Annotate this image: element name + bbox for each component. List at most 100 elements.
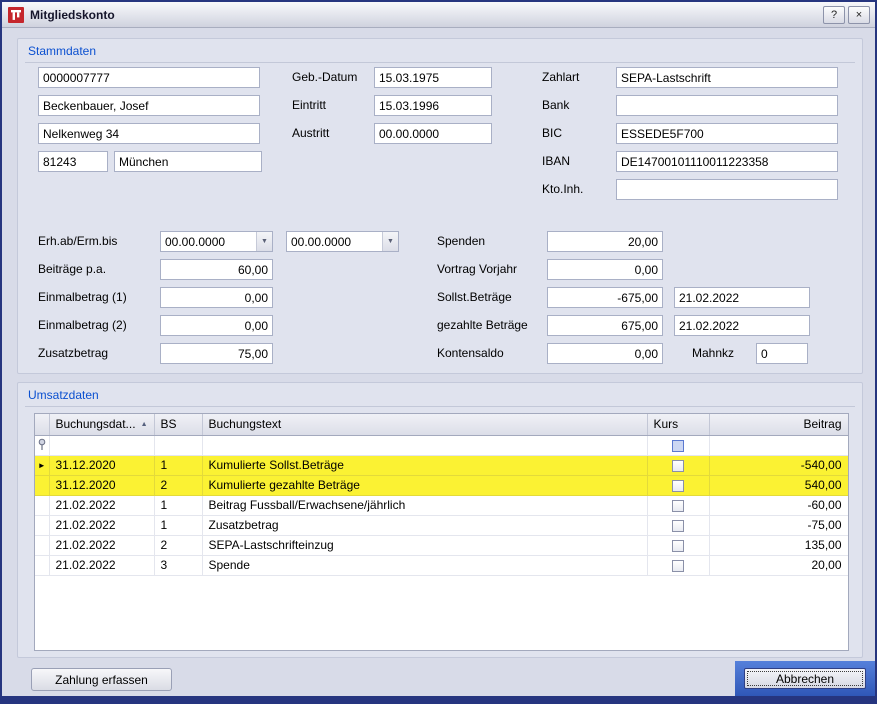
cell-buchungsdatum[interactable]: 21.02.2022 — [49, 495, 154, 515]
cell-kurs[interactable] — [647, 535, 709, 555]
column-header-beitrag[interactable]: Beitrag — [709, 414, 848, 435]
table-row[interactable]: 21.02.2022 1 Beitrag Fussball/Erwachsene… — [35, 495, 848, 515]
column-header-buchungsdatum[interactable]: Buchungsdat...▲ — [49, 414, 154, 435]
member-id-field[interactable] — [38, 67, 260, 88]
cell-kurs[interactable] — [647, 475, 709, 495]
vortrag-vorjahr-field[interactable] — [547, 259, 663, 280]
beitraege-pa-label: Beiträge p.a. — [38, 259, 106, 280]
cell-bs[interactable]: 1 — [154, 495, 202, 515]
beitraege-pa-field[interactable] — [160, 259, 273, 280]
plz-field[interactable] — [38, 151, 108, 172]
einmalbetrag1-label: Einmalbetrag (1) — [38, 287, 127, 308]
cell-bs[interactable]: 2 — [154, 475, 202, 495]
cell-buchungsdatum[interactable]: 21.02.2022 — [49, 555, 154, 575]
kto-inh-field[interactable] — [616, 179, 838, 200]
table-row[interactable]: 21.02.2022 1 Zusatzbetrag -75,00 — [35, 515, 848, 535]
table-row[interactable]: 31.12.2020 2 Kumulierte gezahlte Beträge… — [35, 475, 848, 495]
gezahlte-datum-field[interactable] — [674, 315, 810, 336]
iban-field[interactable] — [616, 151, 838, 172]
titlebar[interactable]: Mitgliedskonto ? × — [2, 2, 875, 28]
eintritt-field[interactable] — [374, 95, 492, 116]
cell-kurs[interactable] — [647, 555, 709, 575]
gezahlte-betraege-field[interactable] — [547, 315, 663, 336]
filter-cell-bs[interactable] — [154, 435, 202, 455]
mahnkz-field[interactable] — [756, 343, 808, 364]
cell-betrag[interactable]: 540,00 — [709, 475, 848, 495]
cell-betrag[interactable]: 135,00 — [709, 535, 848, 555]
kurs-checkbox[interactable] — [672, 480, 684, 492]
cell-buchungstext[interactable]: SEPA-Lastschrifteinzug — [202, 535, 647, 555]
gezahlte-betraege-label: gezahlte Beträge — [437, 315, 528, 336]
chevron-down-icon[interactable]: ▼ — [382, 232, 398, 251]
cell-bs[interactable]: 1 — [154, 455, 202, 475]
cell-betrag[interactable]: -75,00 — [709, 515, 848, 535]
cell-kurs[interactable] — [647, 515, 709, 535]
kurs-filter-checkbox[interactable] — [672, 440, 684, 452]
cell-buchungstext[interactable]: Spende — [202, 555, 647, 575]
umsatz-grid: Buchungsdat...▲ BS Buchungstext Kurs Bei… — [34, 413, 849, 651]
column-header-bs[interactable]: BS — [154, 414, 202, 435]
cell-buchungstext[interactable]: Beitrag Fussball/Erwachsene/jährlich — [202, 495, 647, 515]
cell-kurs[interactable] — [647, 455, 709, 475]
austritt-field[interactable] — [374, 123, 492, 144]
erh-ab-combo[interactable]: ▼ — [160, 231, 273, 252]
cell-buchungstext[interactable]: Zusatzbetrag — [202, 515, 647, 535]
filter-cell-beitrag[interactable] — [709, 435, 848, 455]
row-indicator — [35, 555, 49, 575]
bic-field[interactable] — [616, 123, 838, 144]
table-row[interactable]: ► 31.12.2020 1 Kumulierte Sollst.Beträge… — [35, 455, 848, 475]
grid-filter-row[interactable] — [35, 435, 848, 455]
column-header-buchungstext[interactable]: Buchungstext — [202, 414, 647, 435]
cell-buchungsdatum[interactable]: 21.02.2022 — [49, 535, 154, 555]
city-field[interactable] — [114, 151, 262, 172]
zahlart-field[interactable] — [616, 67, 838, 88]
eintritt-label: Eintritt — [292, 95, 326, 116]
cell-buchungsdatum[interactable]: 31.12.2020 — [49, 475, 154, 495]
kto-inh-label: Kto.Inh. — [542, 179, 583, 200]
kurs-checkbox[interactable] — [672, 460, 684, 472]
kurs-checkbox[interactable] — [672, 520, 684, 532]
cell-bs[interactable]: 2 — [154, 535, 202, 555]
mahnkz-label: Mahnkz — [692, 343, 734, 364]
filter-cell-buchungsdatum[interactable] — [49, 435, 154, 455]
cell-betrag[interactable]: -540,00 — [709, 455, 848, 475]
cell-betrag[interactable]: -60,00 — [709, 495, 848, 515]
cell-buchungsdatum[interactable]: 21.02.2022 — [49, 515, 154, 535]
header-indicator-cell — [35, 414, 49, 435]
column-header-kurs[interactable]: Kurs — [647, 414, 709, 435]
einmalbetrag1-field[interactable] — [160, 287, 273, 308]
zahlart-label: Zahlart — [542, 67, 579, 88]
kurs-checkbox[interactable] — [672, 500, 684, 512]
cell-bs[interactable]: 3 — [154, 555, 202, 575]
cell-buchungsdatum[interactable]: 31.12.2020 — [49, 455, 154, 475]
name-field[interactable] — [38, 95, 260, 116]
zusatzbetrag-field[interactable] — [160, 343, 273, 364]
kontensaldo-field[interactable] — [547, 343, 663, 364]
close-button[interactable]: × — [848, 6, 870, 24]
zahlung-erfassen-button[interactable]: Zahlung erfassen — [31, 668, 172, 691]
sollst-datum-field[interactable] — [674, 287, 810, 308]
einmalbetrag2-field[interactable] — [160, 315, 273, 336]
kurs-checkbox[interactable] — [672, 560, 684, 572]
spenden-field[interactable] — [547, 231, 663, 252]
cell-buchungstext[interactable]: Kumulierte Sollst.Beträge — [202, 455, 647, 475]
help-button[interactable]: ? — [823, 6, 845, 24]
erm-bis-combo[interactable]: ▼ — [286, 231, 399, 252]
cell-buchungstext[interactable]: Kumulierte gezahlte Beträge — [202, 475, 647, 495]
filter-cell-kurs[interactable] — [647, 435, 709, 455]
bank-field[interactable] — [616, 95, 838, 116]
sollst-betraege-field[interactable] — [547, 287, 663, 308]
cell-betrag[interactable]: 20,00 — [709, 555, 848, 575]
geb-datum-field[interactable] — [374, 67, 492, 88]
abbrechen-button[interactable]: Abbrechen — [744, 668, 866, 689]
chevron-down-icon[interactable]: ▼ — [256, 232, 272, 251]
street-field[interactable] — [38, 123, 260, 144]
cell-bs[interactable]: 1 — [154, 515, 202, 535]
kurs-checkbox[interactable] — [672, 540, 684, 552]
table-row[interactable]: 21.02.2022 2 SEPA-Lastschrifteinzug 135,… — [35, 535, 848, 555]
cell-kurs[interactable] — [647, 495, 709, 515]
filter-cell-buchungstext[interactable] — [202, 435, 647, 455]
bic-label: BIC — [542, 123, 562, 144]
table-row[interactable]: 21.02.2022 3 Spende 20,00 — [35, 555, 848, 575]
umsatz-rows: ► 31.12.2020 1 Kumulierte Sollst.Beträge… — [35, 435, 848, 575]
